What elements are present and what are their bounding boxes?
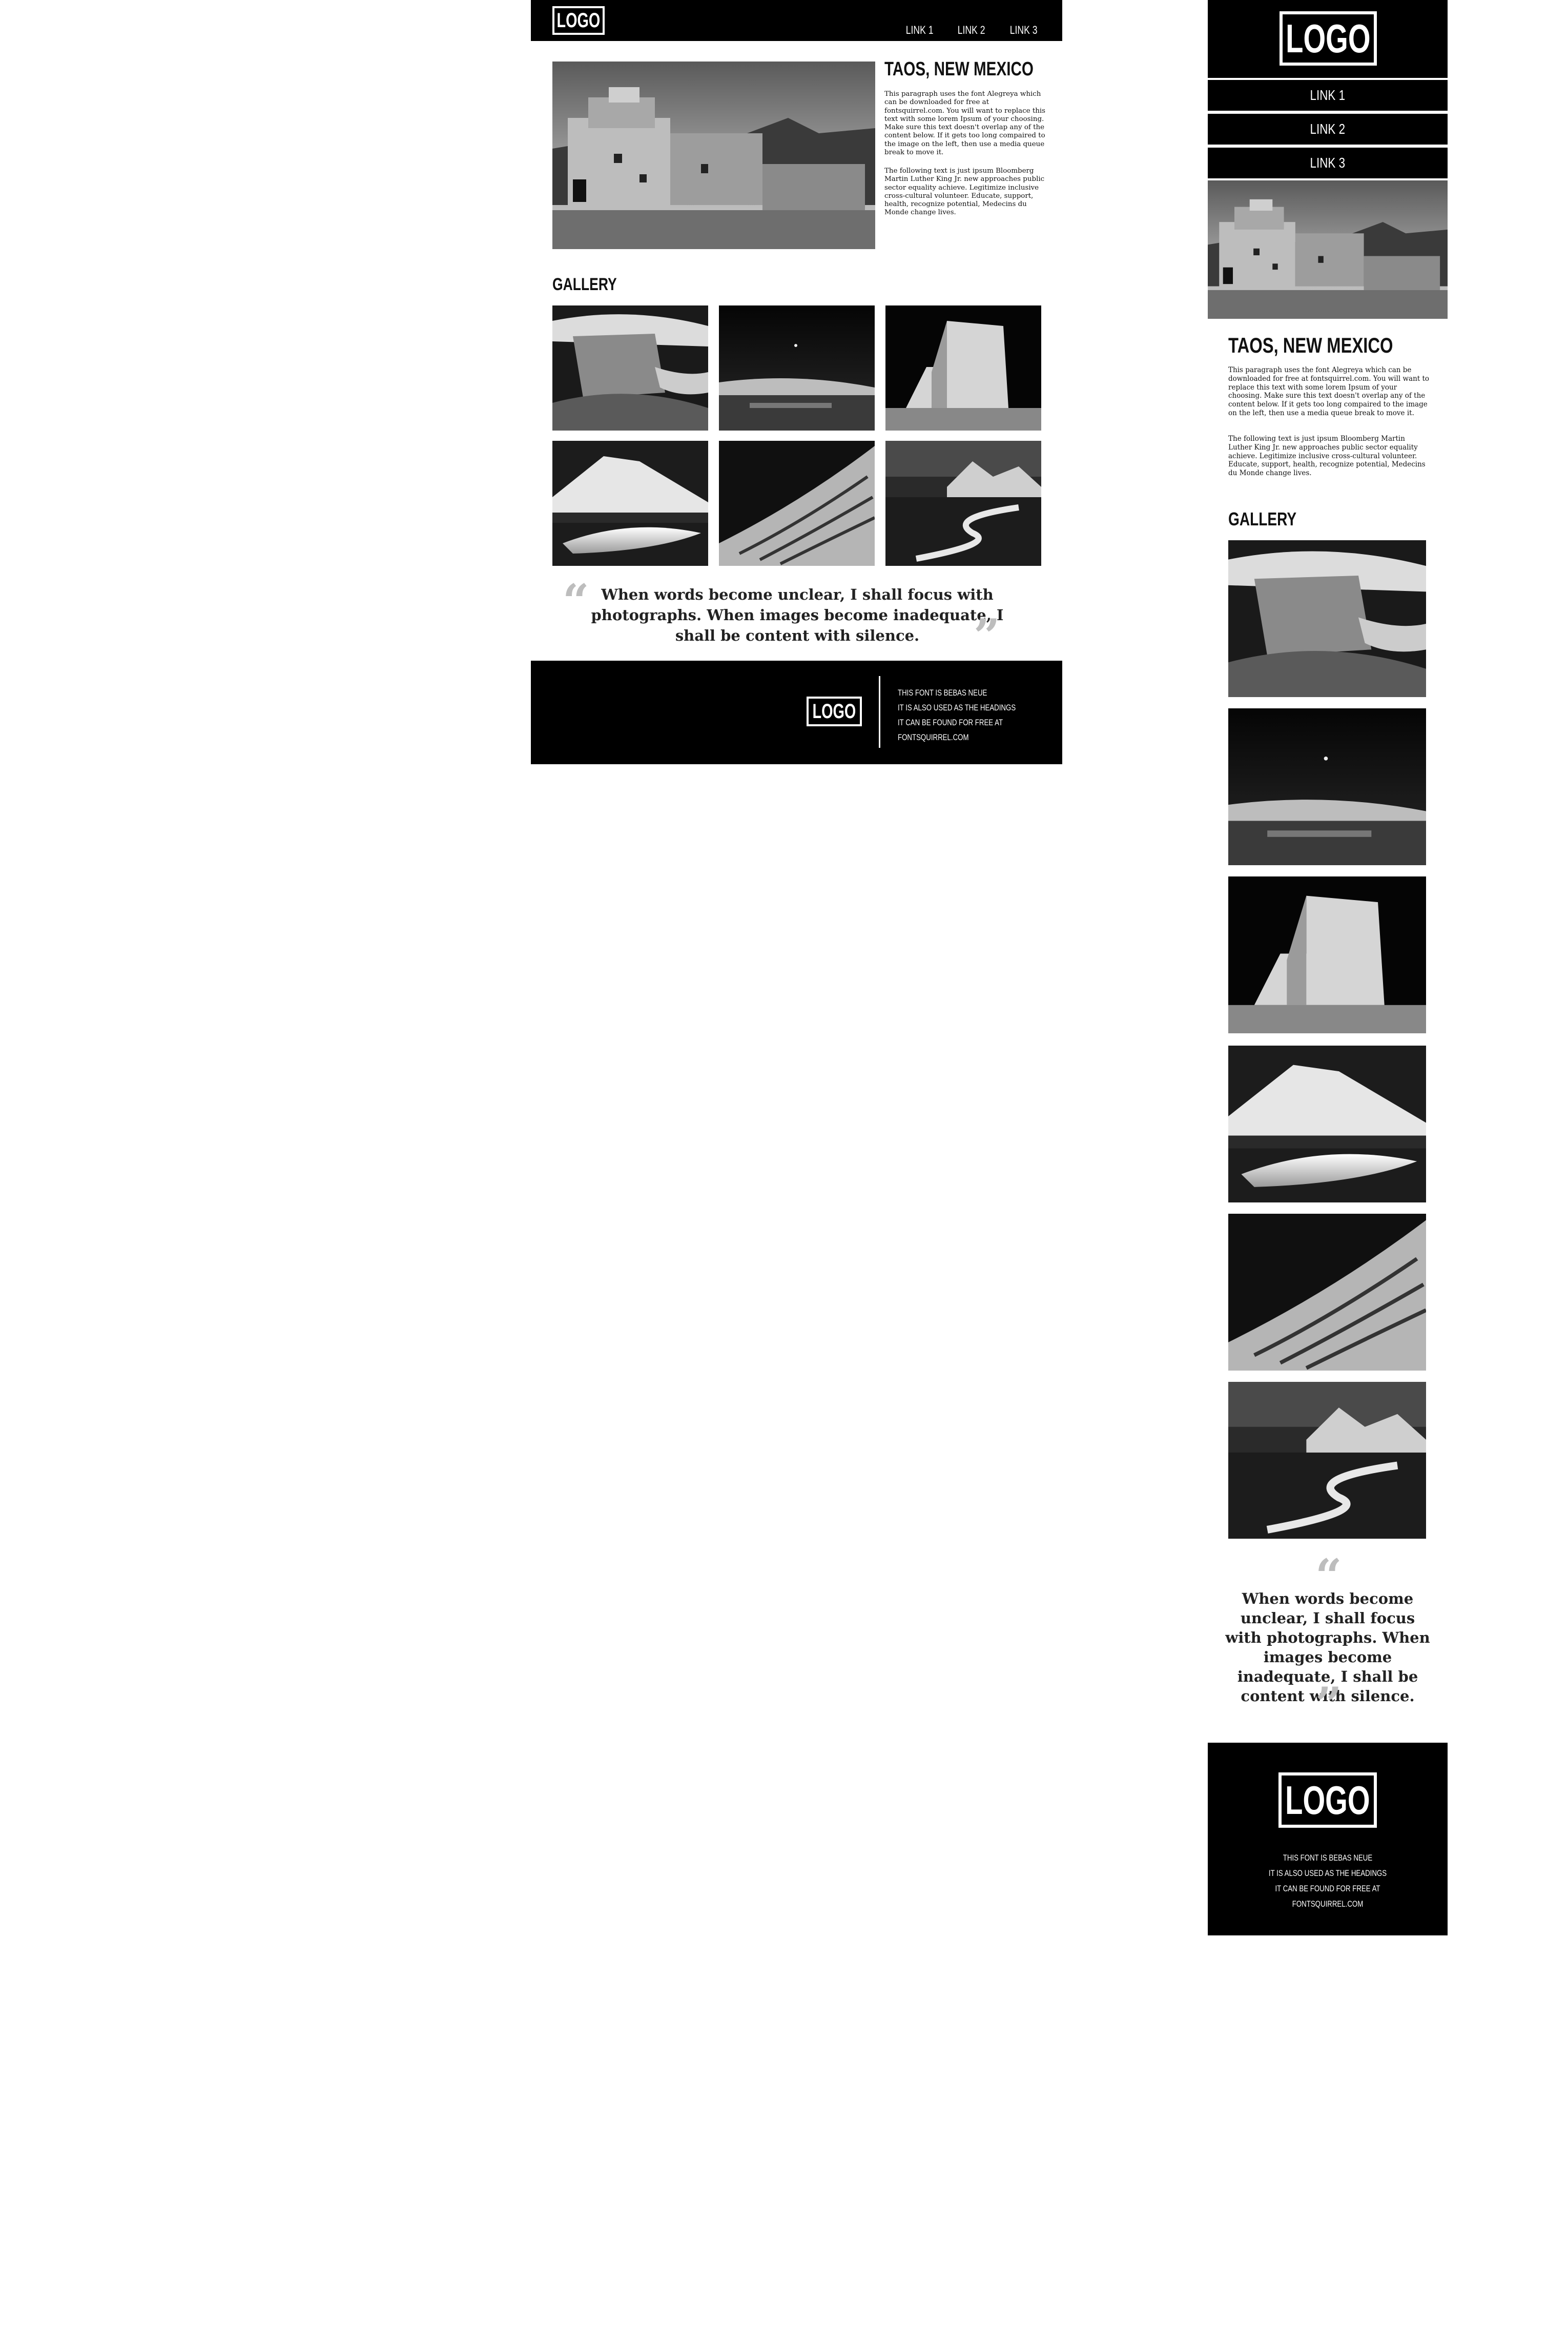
footer-divider — [879, 676, 880, 748]
logo-text: LOGO — [1286, 15, 1371, 61]
logo-text: LOGO — [1285, 1777, 1370, 1823]
quote-close-mark: ” — [974, 609, 1000, 663]
gallery-image-sand-dune[interactable] — [719, 441, 875, 566]
logo-text: LOGO — [556, 9, 601, 32]
hero-image — [552, 62, 875, 249]
mobile-logo[interactable]: LOGO — [1280, 11, 1377, 66]
quote-close-mark: ” — [1315, 1677, 1342, 1731]
article-paragraph: This paragraph uses the font Alegreya wh… — [884, 90, 1046, 157]
nav-link-2[interactable]: LINK 2 — [958, 24, 985, 37]
desktop-header: LOGO LINK 1 LINK 2 LINK 3 — [531, 0, 1062, 41]
mobile-nav-link-1[interactable]: LINK 1 — [1208, 79, 1448, 111]
gallery-image-adobe-church[interactable] — [1228, 876, 1426, 1033]
footer-line: THIS FONT IS BEBAS NEUE — [1283, 1853, 1373, 1863]
gallery-image-canyon[interactable] — [1228, 540, 1426, 697]
nav-link-3[interactable]: LINK 3 — [1009, 24, 1037, 37]
gallery-image-mountain-lake[interactable] — [552, 441, 708, 566]
gallery-image-river-mountains[interactable] — [885, 441, 1041, 566]
footer-line: IT IS ALSO USED AS THE HEADINGS — [898, 703, 1016, 712]
mobile-mockup: LOGO LINK 1 LINK 2 LINK 3 TAOS, NEW MEXI… — [1208, 0, 1448, 1935]
footer-text: THIS FONT IS BEBAS NEUE IT IS ALSO USED … — [898, 685, 1049, 745]
gallery-image-mountain-lake[interactable] — [1228, 1046, 1426, 1202]
logo-text: LOGO — [812, 700, 856, 723]
gallery-image-adobe-church[interactable] — [885, 305, 1041, 431]
quote-text: When words become unclear, I shall focus… — [591, 586, 1004, 644]
article-title: TAOS, NEW MEXICO — [1228, 333, 1393, 357]
gallery-image-river-mountains[interactable] — [1228, 1382, 1426, 1539]
article-paragraph: This paragraph uses the font Alegreya wh… — [1228, 366, 1430, 417]
nav-link-1[interactable]: LINK 1 — [906, 24, 934, 37]
gallery-image-night-sky[interactable] — [1228, 708, 1426, 865]
mobile-nav-link-2[interactable]: LINK 2 — [1208, 113, 1448, 145]
footer-line: FONTSQUIRREL.COM — [1292, 1899, 1364, 1909]
gallery-image-sand-dune[interactable] — [1228, 1214, 1426, 1371]
article-paragraph: The following text is just ipsum Bloombe… — [1228, 435, 1426, 478]
footer-line: THIS FONT IS BEBAS NEUE — [898, 688, 987, 698]
footer-text: THIS FONT IS BEBAS NEUE IT IS ALSO USED … — [1208, 1850, 1448, 1912]
hero-image — [1208, 180, 1448, 319]
gallery-heading: GALLERY — [552, 275, 617, 294]
desktop-nav: LINK 1 LINK 2 LINK 3 — [902, 24, 1041, 37]
desktop-logo[interactable]: LOGO — [552, 6, 605, 35]
footer-line: IT IS ALSO USED AS THE HEADINGS — [1268, 1868, 1387, 1878]
footer-logo[interactable]: LOGO — [807, 697, 862, 726]
footer-line: IT CAN BE FOUND FOR FREE AT — [898, 718, 1003, 727]
footer-line: FONTSQUIRREL.COM — [898, 732, 969, 742]
gallery-heading: GALLERY — [1228, 508, 1297, 529]
article-paragraph: The following text is just ipsum Bloombe… — [884, 167, 1045, 217]
gallery-image-night-sky[interactable] — [719, 305, 875, 431]
footer-logo[interactable]: LOGO — [1278, 1772, 1377, 1828]
footer-line: IT CAN BE FOUND FOR FREE AT — [1275, 1884, 1380, 1893]
nav-link-label: LINK 1 — [1310, 87, 1346, 103]
desktop-mockup: LOGO LINK 1 LINK 2 LINK 3 TAOS, NEW MEXI… — [531, 0, 1062, 764]
mobile-footer: LOGO THIS FONT IS BEBAS NEUE IT IS ALSO … — [1208, 1743, 1448, 1935]
nav-link-label: LINK 3 — [1310, 155, 1346, 171]
desktop-footer: LOGO THIS FONT IS BEBAS NEUE IT IS ALSO … — [531, 661, 1062, 764]
mobile-header: LOGO — [1208, 0, 1448, 78]
nav-link-label: LINK 2 — [1310, 121, 1346, 137]
article-title: TAOS, NEW MEXICO — [884, 58, 1034, 80]
gallery-image-canyon[interactable] — [552, 305, 708, 431]
mobile-nav-link-3[interactable]: LINK 3 — [1208, 147, 1448, 178]
